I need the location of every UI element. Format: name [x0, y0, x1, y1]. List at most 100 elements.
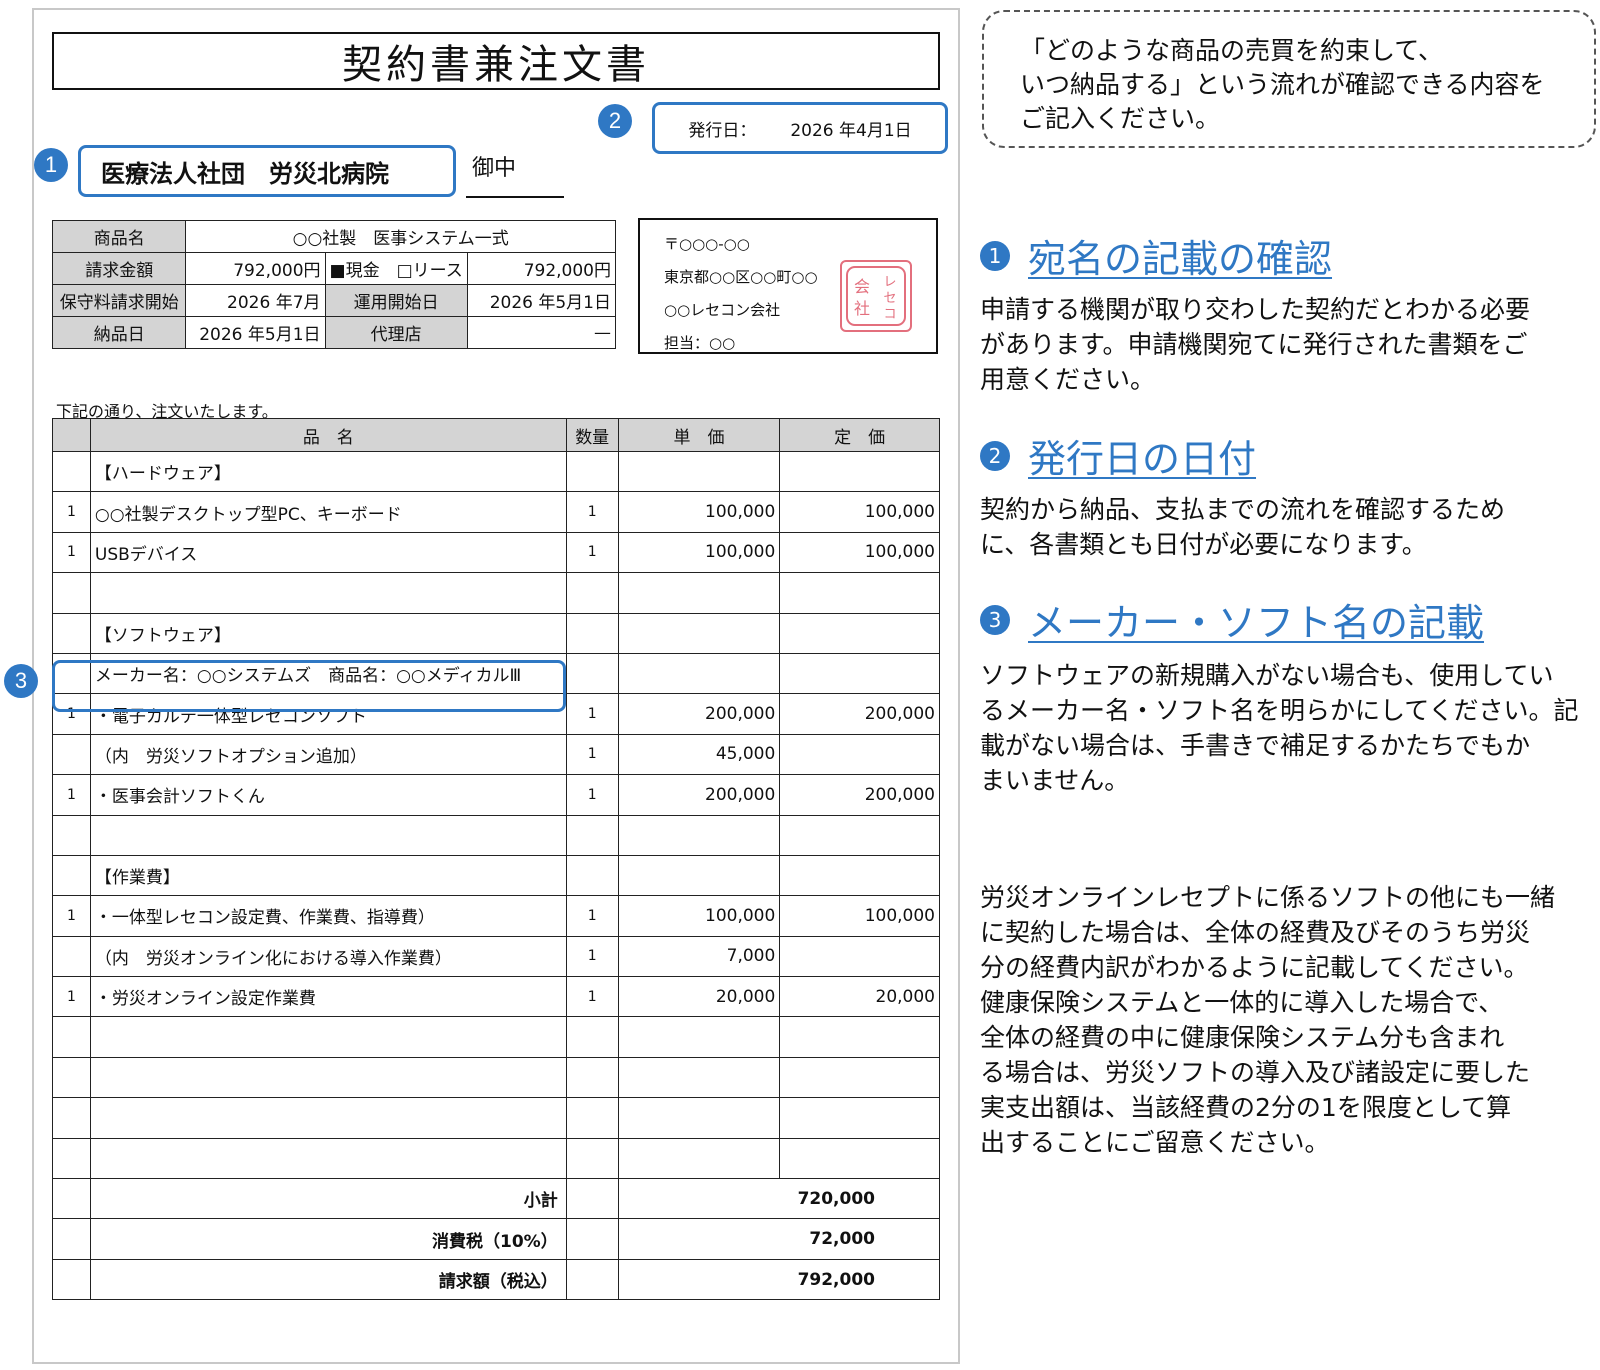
total-value: 792,000 — [617, 1258, 941, 1301]
section-3-title: メーカー・ソフト名の記載 — [1028, 601, 1485, 645]
row-item-name: USBデバイス — [89, 531, 567, 574]
row-no — [52, 1016, 91, 1058]
body-line: に、各書類とも日付が必要になります。 — [980, 530, 1427, 559]
document-title: 契約書兼注文書 — [52, 32, 940, 90]
row-list-price: 100,000 — [779, 491, 940, 533]
row-quantity — [565, 854, 619, 897]
table-row — [52, 1137, 940, 1180]
row-item-name — [89, 1137, 567, 1180]
cost-note: 労災オンラインレセプトに係るソフトの他にも一緒 に契約した場合は、全体の経費及び… — [980, 880, 1592, 1160]
row-list-price — [779, 814, 940, 856]
body-line: 申請する機関が取り交わした契約だとわかる必要 — [980, 295, 1531, 324]
tax-label: 消費税（10%） — [89, 1218, 567, 1260]
body-line: ソフトウェアの新規購入がない場合も、使用してい — [980, 661, 1554, 690]
table-row: （内 労災ソフトオプション追加） 1 45,000 — [52, 733, 940, 776]
row-quantity: 1 — [565, 491, 619, 533]
row-list-price — [779, 1137, 940, 1180]
payment-type: ■現金 □リース — [324, 252, 468, 285]
row-unit-price — [617, 1137, 781, 1180]
table-row: （内 労災オンライン化における導入作業費） 1 7,000 — [52, 935, 940, 978]
row-item-name: 【作業費】 — [89, 854, 567, 897]
svg-text:社: 社 — [854, 299, 870, 318]
company-seal-stamp: 会 社 レ セ コ — [840, 260, 912, 332]
section-3-heading: 3 メーカー・ソフト名の記載 — [980, 592, 1484, 647]
info-row-product: 商品名 ○○社製 医事システム一式 — [51, 220, 616, 253]
row-no — [52, 450, 91, 493]
table-row — [52, 814, 940, 856]
table-row: 【ソフトウェア】 — [52, 612, 940, 654]
total-row: 請求額（税込） 792,000 — [52, 1258, 941, 1301]
body-line: 用意ください。 — [980, 365, 1156, 394]
issue-date-label: 発行日： — [688, 120, 757, 141]
total-label: 請求額（税込） — [89, 1258, 567, 1301]
product-info-table: 商品名 ○○社製 医事システム一式 請求金額 792,000円 ■現金 □リース… — [51, 220, 617, 349]
row-quantity — [565, 572, 619, 614]
operation-start-value: 2026 年5月1日 — [466, 284, 617, 317]
header-item-name: 品 名 — [89, 418, 567, 452]
instruction-callout: 「どのような商品の売買を約束して、 いつ納品する」という流れが確認できる内容を … — [982, 10, 1596, 148]
amount-label: 請求金額 — [51, 252, 187, 285]
row-unit-price — [617, 572, 781, 614]
section-2-body: 契約から納品、支払までの流れを確認するため に、各書類とも日付が必要になります。 — [980, 492, 1592, 562]
section-1-heading: 1 宛名の記載の確認 — [980, 228, 1332, 283]
issue-date-value: 2026 年4月1日 — [790, 120, 912, 141]
row-quantity — [565, 1097, 619, 1139]
row-unit-price: 45,000 — [617, 733, 781, 776]
table-row — [52, 1056, 940, 1099]
row-unit-price — [617, 652, 781, 695]
body-line: るメーカー名・ソフト名を明らかにしてください。記 — [980, 696, 1579, 725]
row-item-name: ・一体型レセコン設定費、作業費、指導費） — [89, 895, 567, 937]
row-quantity — [565, 652, 619, 695]
row-no — [52, 1097, 91, 1139]
row-no: 1 — [52, 774, 91, 816]
row-item-name — [89, 814, 567, 856]
row-item-name: 【ハードウェア】 — [89, 450, 567, 493]
row-unit-price — [617, 612, 781, 654]
maintenance-value: 2026 年7月 — [185, 284, 326, 317]
row-quantity — [565, 1016, 619, 1058]
note-line: る場合は、労災ソフトの導入及び諸設定に要した — [980, 1058, 1531, 1087]
row-quantity: 1 — [565, 693, 619, 735]
row-quantity: 1 — [565, 531, 619, 574]
header-no — [52, 418, 91, 452]
row-list-price — [779, 612, 940, 654]
row-list-price: 100,000 — [779, 895, 940, 937]
row-no: 1 — [52, 976, 91, 1018]
row-quantity: 1 — [565, 774, 619, 816]
addressee-name: 医療法人社団 労災北病院 — [101, 159, 389, 188]
row-no: 1 — [52, 531, 91, 574]
row-quantity: 1 — [565, 976, 619, 1018]
row-unit-price — [617, 450, 781, 493]
row-list-price — [779, 450, 940, 493]
tax-value: 72,000 — [617, 1218, 941, 1260]
note-line: 健康保険システムと一体的に導入した場合で、 — [980, 988, 1504, 1017]
onchu-label: 御中 — [472, 156, 517, 181]
row-quantity — [565, 612, 619, 654]
header-unit-price: 単 価 — [617, 418, 781, 452]
note-line: 全体の経費の中に健康保険システム分も含まれ — [980, 1023, 1505, 1052]
svg-text:コ: コ — [883, 307, 896, 322]
row-quantity — [565, 1137, 619, 1180]
table-row: 1 ○○社製デスクトップ型PC、キーボード 1 100,000 100,000 — [52, 491, 940, 533]
row-list-price: 200,000 — [779, 693, 940, 735]
row-unit-price: 100,000 — [617, 895, 781, 937]
row-unit-price — [617, 1016, 781, 1058]
maintenance-label: 保守料請求開始 — [51, 284, 187, 317]
row-list-price — [779, 854, 940, 897]
info-row-delivery: 納品日 2026 年5月1日 代理店 — — [51, 316, 617, 349]
row-list-price — [779, 572, 940, 614]
row-no — [52, 1056, 91, 1099]
note-line: 労災オンラインレセプトに係るソフトの他にも一緒 — [980, 883, 1556, 912]
row-list-price — [779, 1056, 940, 1099]
body-line: まいません。 — [980, 766, 1130, 795]
row-quantity — [565, 450, 619, 493]
maker-software-highlight — [52, 660, 566, 712]
row-quantity: 1 — [565, 895, 619, 937]
seal-icon: 会 社 レ セ コ — [846, 266, 906, 326]
row-item-name — [89, 1097, 567, 1139]
body-line: 載がない場合は、手書きで補足するかたちでもか — [980, 731, 1531, 760]
row-unit-price — [617, 1097, 781, 1139]
callout-line: いつ納品する」という流れが確認できる内容を — [1020, 70, 1545, 99]
issue-date-box: 発行日： 2026 年4月1日 — [652, 102, 948, 154]
section-2-number: 2 — [980, 440, 1010, 471]
